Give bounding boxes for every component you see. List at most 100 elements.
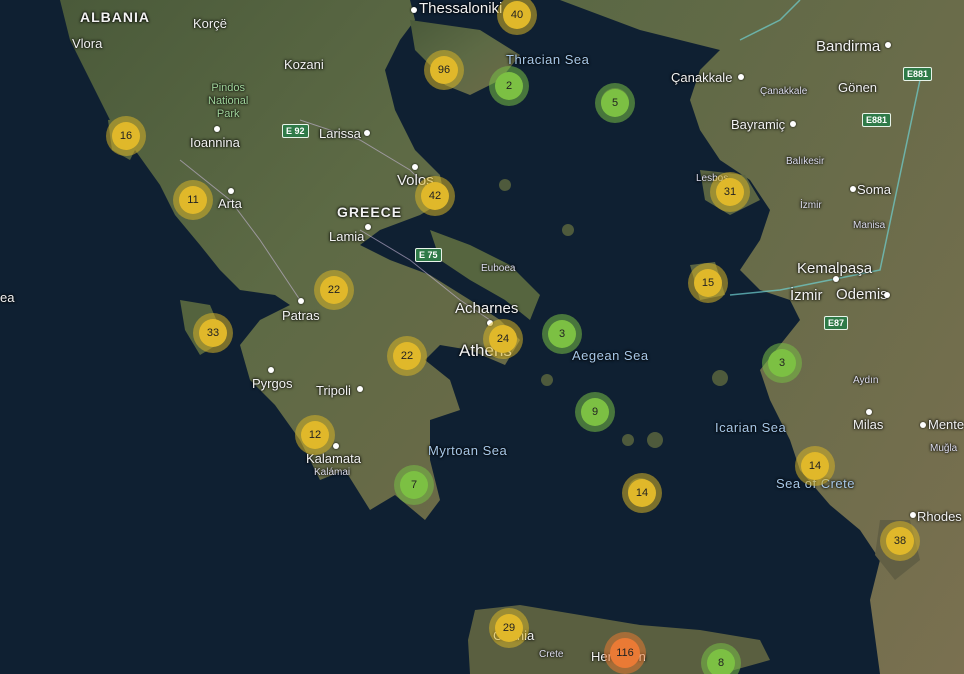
cluster-marker[interactable]: 29 bbox=[489, 608, 529, 648]
label-ioannina: Ioannina bbox=[190, 135, 240, 150]
city-dot bbox=[866, 409, 872, 415]
label-rhodes: Rhodes bbox=[917, 509, 962, 524]
label-thessaloniki: Thessaloniki bbox=[419, 0, 503, 17]
city-dot bbox=[910, 512, 916, 518]
label-crete: Crete bbox=[539, 649, 564, 660]
cluster-count: 15 bbox=[694, 269, 722, 297]
label-albania: ALBANIA bbox=[80, 9, 150, 25]
city-dot bbox=[411, 7, 417, 13]
label-pindos-park: Pindos National Park bbox=[208, 82, 249, 120]
label-canakkale: Çanakkale bbox=[671, 70, 733, 85]
label-myrtoan-sea: Myrtoan Sea bbox=[428, 443, 508, 458]
label-patras: Patras bbox=[282, 308, 320, 323]
label-kalamai: Kalámai bbox=[314, 467, 351, 478]
city-dot bbox=[365, 224, 371, 230]
label-odemis: Odemis bbox=[836, 286, 888, 303]
cluster-marker[interactable]: 7 bbox=[394, 465, 434, 505]
cluster-count: 5 bbox=[601, 89, 629, 117]
cluster-count: 42 bbox=[421, 182, 449, 210]
label-icarian-sea: Icarian Sea bbox=[715, 420, 787, 435]
cluster-count: 7 bbox=[400, 471, 428, 499]
cluster-marker[interactable]: 12 bbox=[295, 415, 335, 455]
city-dot bbox=[214, 126, 220, 132]
cluster-marker[interactable]: 11 bbox=[173, 180, 213, 220]
cluster-count: 3 bbox=[548, 320, 576, 348]
cluster-marker[interactable]: 42 bbox=[415, 176, 455, 216]
cluster-count: 31 bbox=[716, 178, 744, 206]
cluster-marker[interactable]: 38 bbox=[880, 521, 920, 561]
road-shield-e881: E881 bbox=[903, 67, 933, 81]
label-arta: Arta bbox=[218, 196, 242, 211]
city-dot bbox=[333, 443, 339, 449]
cluster-marker[interactable]: 2 bbox=[489, 66, 529, 106]
cluster-marker[interactable]: 14 bbox=[795, 446, 835, 486]
cluster-marker[interactable]: 116 bbox=[604, 632, 646, 674]
label-bandirma: Bandirma bbox=[816, 38, 881, 55]
cluster-count: 9 bbox=[581, 398, 609, 426]
label-aegean-sea: Aegean Sea bbox=[572, 348, 649, 363]
label-mugla: Muğla bbox=[930, 443, 958, 454]
cluster-marker[interactable]: 31 bbox=[710, 172, 750, 212]
road-shield-e87: E87 bbox=[824, 316, 849, 330]
cluster-marker[interactable]: 96 bbox=[424, 50, 464, 90]
cluster-marker[interactable]: 16 bbox=[106, 116, 146, 156]
cluster-count: 40 bbox=[503, 1, 531, 29]
label-vlora: Vlora bbox=[72, 36, 103, 51]
label-milas: Milas bbox=[853, 417, 884, 432]
map-canvas[interactable]: ALBANIA Vlora Korçë Pindos National Park… bbox=[0, 0, 964, 674]
label-balikesir: Balıkesir bbox=[786, 156, 825, 167]
cluster-count: 38 bbox=[886, 527, 914, 555]
label-ionian-fragment: ea bbox=[0, 290, 15, 305]
city-dot bbox=[268, 367, 274, 373]
cluster-marker[interactable]: 5 bbox=[595, 83, 635, 123]
cluster-count: 14 bbox=[801, 452, 829, 480]
city-dot bbox=[228, 188, 234, 194]
label-gonen: Gönen bbox=[838, 80, 878, 95]
city-dot bbox=[364, 130, 370, 136]
road-shield-e75: E 75 bbox=[415, 248, 442, 262]
cluster-count: 12 bbox=[301, 421, 329, 449]
label-manisa: Manisa bbox=[853, 220, 886, 231]
cluster-marker[interactable]: 3 bbox=[762, 343, 802, 383]
cluster-marker[interactable]: 15 bbox=[688, 263, 728, 303]
city-dot bbox=[920, 422, 926, 428]
road-shield-e92: E 92 bbox=[282, 124, 309, 138]
cluster-marker[interactable]: 24 bbox=[483, 319, 523, 359]
cluster-count: 11 bbox=[179, 186, 207, 214]
cluster-count: 116 bbox=[610, 638, 640, 668]
city-dot bbox=[738, 74, 744, 80]
cluster-count: 8 bbox=[707, 649, 735, 674]
cluster-marker[interactable]: 22 bbox=[387, 336, 427, 376]
label-izmir: İzmir bbox=[790, 287, 823, 304]
label-thracian-sea: Thracian Sea bbox=[506, 52, 590, 67]
city-dot bbox=[833, 276, 839, 282]
basemap bbox=[0, 0, 964, 674]
label-izmir-small: İzmir bbox=[800, 200, 822, 211]
city-dot bbox=[298, 298, 304, 304]
cluster-marker[interactable]: 33 bbox=[193, 313, 233, 353]
cluster-marker[interactable]: 3 bbox=[542, 314, 582, 354]
label-acharnes: Acharnes bbox=[455, 300, 519, 317]
label-tripoli: Tripoli bbox=[316, 383, 351, 398]
city-dot bbox=[884, 292, 890, 298]
cluster-count: 22 bbox=[393, 342, 421, 370]
city-dot bbox=[790, 121, 796, 127]
cluster-marker[interactable]: 9 bbox=[575, 392, 615, 432]
label-mente: Mente bbox=[928, 417, 964, 432]
label-euboea: Euboea bbox=[481, 263, 516, 274]
cluster-marker[interactable]: 22 bbox=[314, 270, 354, 310]
city-dot bbox=[850, 186, 856, 192]
cluster-count: 14 bbox=[628, 479, 656, 507]
cluster-count: 22 bbox=[320, 276, 348, 304]
cluster-count: 96 bbox=[430, 56, 458, 84]
cluster-marker[interactable]: 14 bbox=[622, 473, 662, 513]
cluster-count: 24 bbox=[489, 325, 517, 353]
city-dot bbox=[412, 164, 418, 170]
label-korce: Korçë bbox=[193, 16, 227, 31]
label-larissa: Larissa bbox=[319, 126, 361, 141]
cluster-count: 3 bbox=[768, 349, 796, 377]
label-bayramic: Bayramiç bbox=[731, 117, 786, 132]
cluster-count: 33 bbox=[199, 319, 227, 347]
cluster-count: 16 bbox=[112, 122, 140, 150]
city-dot bbox=[885, 42, 891, 48]
